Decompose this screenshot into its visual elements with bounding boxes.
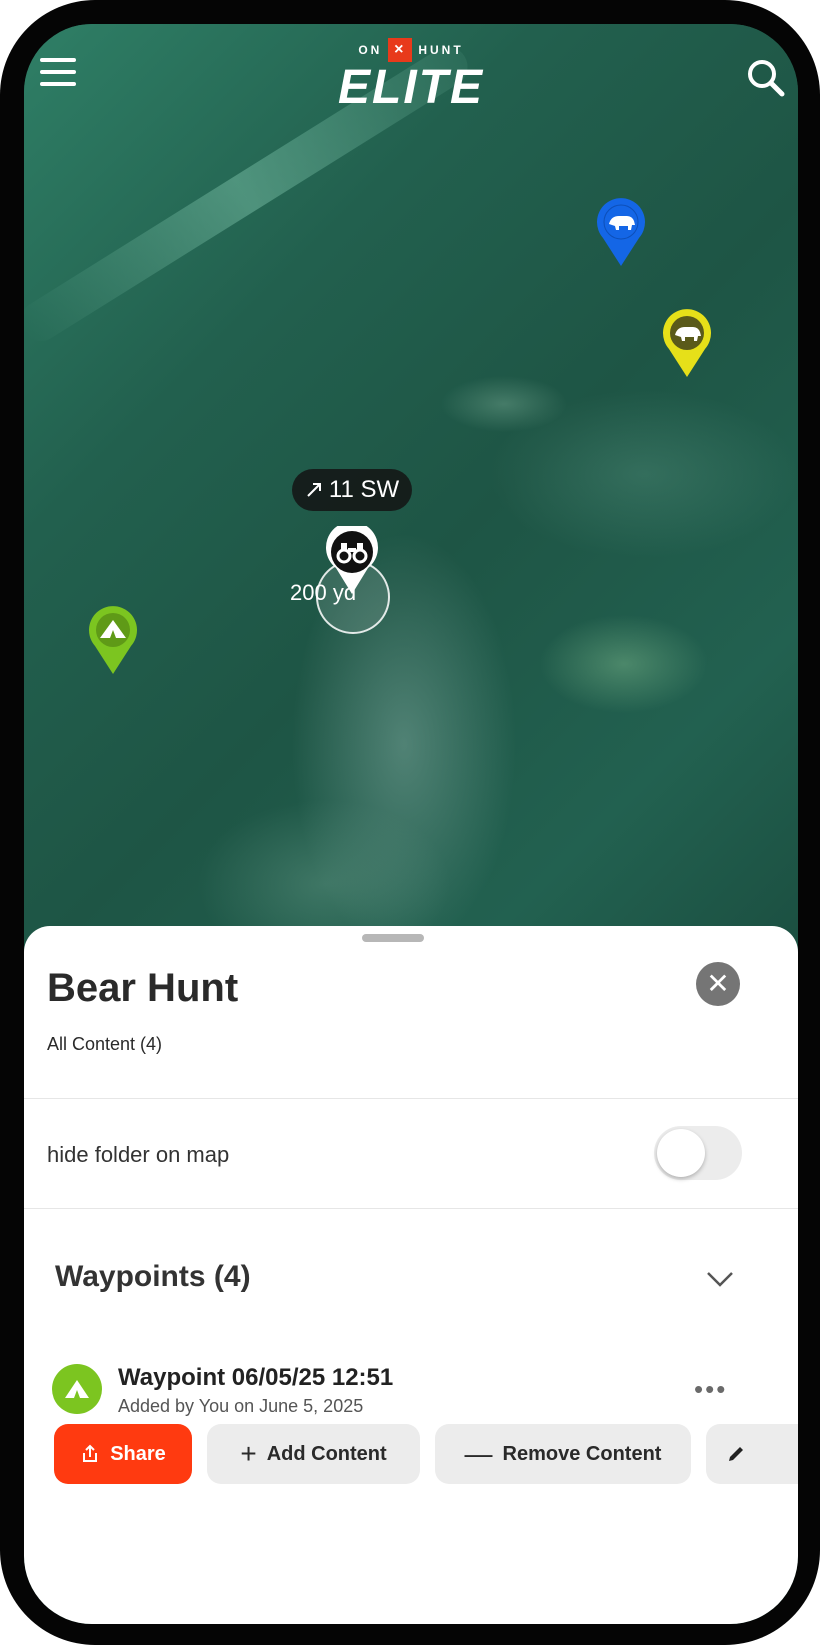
distance-bearing-pill[interactable]: 11 SW	[292, 469, 412, 511]
more-dots-icon: •••	[694, 1374, 728, 1404]
logo-elite-text: ELITE	[337, 61, 484, 114]
waypoint-title: Waypoint 06/05/25 12:51	[118, 1364, 394, 1391]
action-toolbar: Share + Add Content — Remove Content	[24, 1424, 798, 1492]
logo-x-mark: ×	[388, 38, 413, 62]
close-button[interactable]: ✕	[696, 962, 740, 1006]
bear-icon	[597, 198, 645, 266]
chevron-down-icon	[707, 1272, 733, 1287]
remove-content-label: Remove Content	[502, 1442, 662, 1465]
waypoint-camp-icon	[52, 1364, 102, 1414]
sheet-drag-handle[interactable]	[362, 934, 424, 942]
distance-label: 11 SW	[328, 476, 400, 503]
waypoint-list-item[interactable]: Waypoint 06/05/25 12:51 Added by You on …	[24, 1356, 798, 1426]
folder-bottom-sheet: Bear Hunt ✕ All Content (4) hide folder …	[24, 926, 798, 1624]
observation-pin[interactable]	[324, 521, 380, 596]
toggle-knob	[657, 1129, 705, 1177]
more-options-button[interactable]: •••	[694, 1374, 727, 1405]
share-button[interactable]: Share	[54, 1424, 192, 1484]
search-button[interactable]	[746, 58, 786, 98]
close-icon: ✕	[706, 968, 730, 999]
diagonal-arrow-icon	[307, 483, 321, 497]
app-logo: ON × HUNT ELITE	[24, 38, 798, 112]
screen: ON × HUNT ELITE 11 SW 200 yd Bear Hunt ✕…	[24, 24, 798, 1624]
waypoint-subtitle: Added by You on June 5, 2025	[118, 1396, 364, 1416]
waypoints-section-title: Waypoints (4)	[55, 1260, 251, 1293]
share-icon	[83, 1444, 98, 1462]
divider	[24, 1098, 798, 1099]
hide-folder-toggle[interactable]	[654, 1126, 742, 1180]
satellite-map[interactable]: ON × HUNT ELITE 11 SW 200 yd	[24, 24, 798, 974]
phone-frame: ON × HUNT ELITE 11 SW 200 yd Bear Hunt ✕…	[0, 0, 825, 1648]
logo-on-text: ON	[358, 43, 383, 57]
bear-waypoint-pin-blue[interactable]	[594, 196, 648, 268]
bear-waypoint-pin-yellow[interactable]	[660, 307, 714, 379]
logo-hunt-text: HUNT	[418, 43, 464, 57]
camp-waypoint-pin[interactable]	[86, 604, 140, 676]
folder-title: Bear Hunt	[47, 966, 239, 1010]
bear-icon	[663, 309, 711, 377]
logo-wordmark-small: ON × HUNT	[24, 38, 798, 62]
tent-icon	[65, 1380, 89, 1398]
binoculars-icon	[326, 521, 378, 594]
search-icon	[748, 60, 785, 97]
tent-icon	[89, 606, 137, 674]
edit-button[interactable]	[706, 1424, 798, 1484]
waypoints-expand-button[interactable]	[704, 1262, 736, 1294]
pencil-icon	[729, 1447, 743, 1461]
plus-icon: +	[240, 1438, 257, 1469]
add-content-label: Add Content	[266, 1442, 387, 1465]
minus-icon: —	[464, 1438, 493, 1469]
share-label: Share	[110, 1442, 166, 1465]
divider	[24, 1208, 798, 1209]
content-count: All Content (4)	[47, 1034, 163, 1054]
add-content-button[interactable]: + Add Content	[207, 1424, 420, 1484]
hide-folder-label: hide folder on map	[47, 1142, 230, 1167]
remove-content-button[interactable]: — Remove Content	[435, 1424, 691, 1484]
